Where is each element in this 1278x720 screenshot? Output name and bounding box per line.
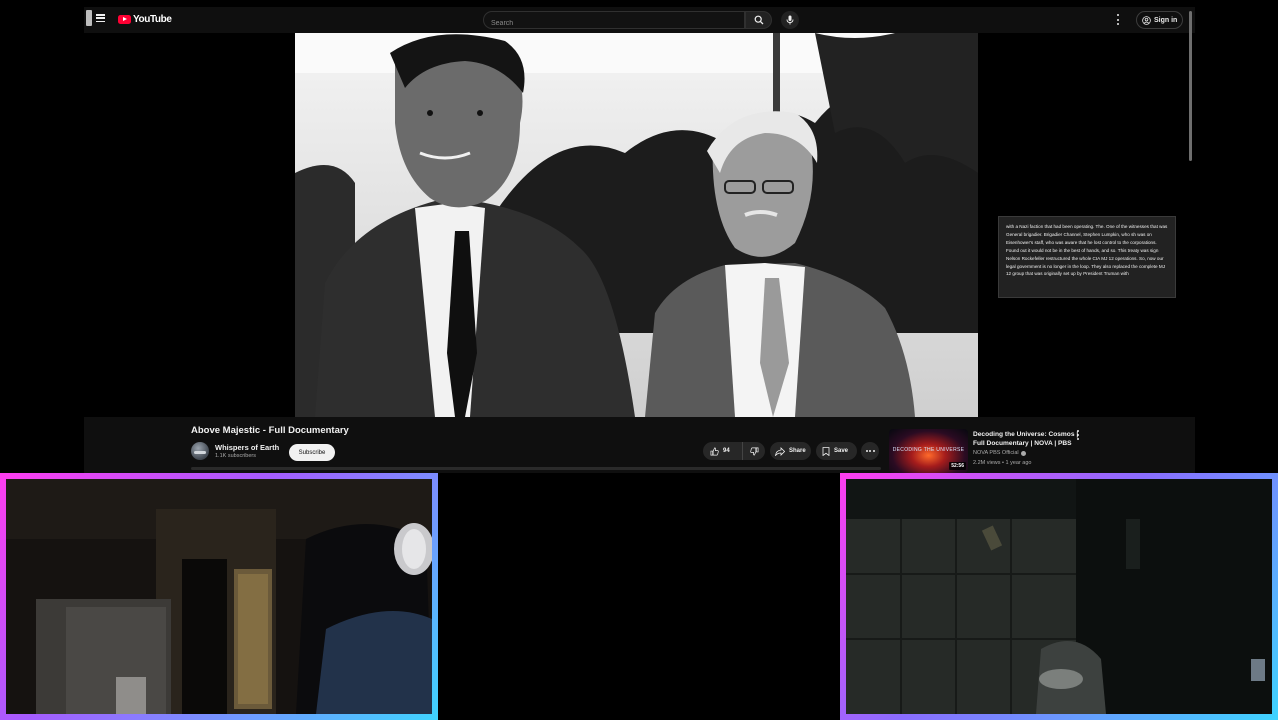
dislike-button[interactable]	[743, 442, 765, 460]
youtube-window: YouTube Sign in	[84, 7, 1195, 473]
recommended-title[interactable]: Decoding the Universe: Cosmos | Full Doc…	[973, 430, 1079, 448]
like-dislike-group: 94	[703, 442, 765, 460]
stream-layout: YouTube Sign in	[0, 0, 1278, 720]
transcript-overlay: with a Nazi faction that had been operat…	[998, 216, 1176, 298]
window-handle[interactable]	[86, 10, 92, 26]
duration-badge: 52:56	[949, 462, 966, 470]
transcript-text: with a Nazi faction that had been operat…	[1006, 224, 1168, 277]
search-box	[483, 11, 745, 32]
more-actions-button[interactable]	[861, 442, 879, 460]
video-still-image	[295, 33, 978, 417]
subscriber-count: 1.1K subscribers	[215, 453, 256, 459]
more-vert-icon[interactable]	[1076, 430, 1080, 440]
youtube-play-icon	[118, 15, 131, 24]
like-count: 94	[723, 448, 730, 454]
subscribe-button[interactable]: Subscribe	[289, 444, 335, 461]
webcam-left	[0, 473, 438, 720]
search-button[interactable]	[745, 11, 772, 29]
webcam-right-image	[846, 479, 1272, 714]
youtube-header: YouTube Sign in	[84, 7, 1195, 33]
scroll-divider	[191, 467, 881, 470]
account-icon	[1142, 15, 1151, 25]
recommended-channel[interactable]: NOVA PBS Official	[973, 450, 1026, 456]
avatar[interactable]	[191, 442, 209, 460]
share-label: Share	[789, 448, 806, 454]
save-button[interactable]: Save	[816, 442, 857, 460]
video-frame[interactable]	[295, 33, 978, 417]
share-icon	[775, 446, 785, 456]
recommended-meta: 2.2M views • 1 year ago	[973, 460, 1032, 466]
sign-in-button[interactable]: Sign in	[1136, 11, 1183, 29]
search-input[interactable]	[484, 15, 744, 32]
save-label: Save	[834, 448, 849, 454]
bookmark-icon	[822, 446, 830, 456]
recommended-channel-name: NOVA PBS Official	[973, 450, 1019, 456]
youtube-logo[interactable]: YouTube	[118, 14, 172, 25]
voice-search-button[interactable]	[781, 11, 799, 29]
webcam-right-feed	[846, 479, 1272, 714]
logo-text: YouTube	[133, 14, 172, 25]
thumbs-down-icon	[749, 447, 758, 455]
thumbs-up-icon	[710, 447, 719, 455]
thumbnail-caption: DECODING THE UNIVERSE	[892, 447, 965, 453]
share-button[interactable]: Share	[770, 442, 811, 460]
scrollbar[interactable]	[1189, 11, 1192, 161]
search-icon	[754, 15, 763, 25]
channel-name[interactable]: Whispers of Earth	[215, 443, 279, 452]
like-button[interactable]: 94	[703, 442, 743, 460]
recommended-thumbnail[interactable]: DECODING THE UNIVERSE 52:56	[889, 429, 968, 473]
video-player[interactable]: with a Nazi faction that had been operat…	[84, 33, 1195, 417]
verified-icon	[1020, 450, 1026, 456]
video-title: Above Majestic - Full Documentary	[191, 425, 349, 436]
webcam-right	[840, 473, 1278, 720]
webcam-left-image	[6, 479, 432, 714]
menu-icon[interactable]	[96, 14, 105, 22]
more-vert-icon[interactable]	[1116, 14, 1120, 25]
sign-in-label: Sign in	[1154, 16, 1178, 24]
webcam-left-feed	[6, 479, 432, 714]
video-info: Above Majestic - Full Documentary Whispe…	[84, 417, 1195, 473]
mic-icon	[786, 15, 794, 25]
